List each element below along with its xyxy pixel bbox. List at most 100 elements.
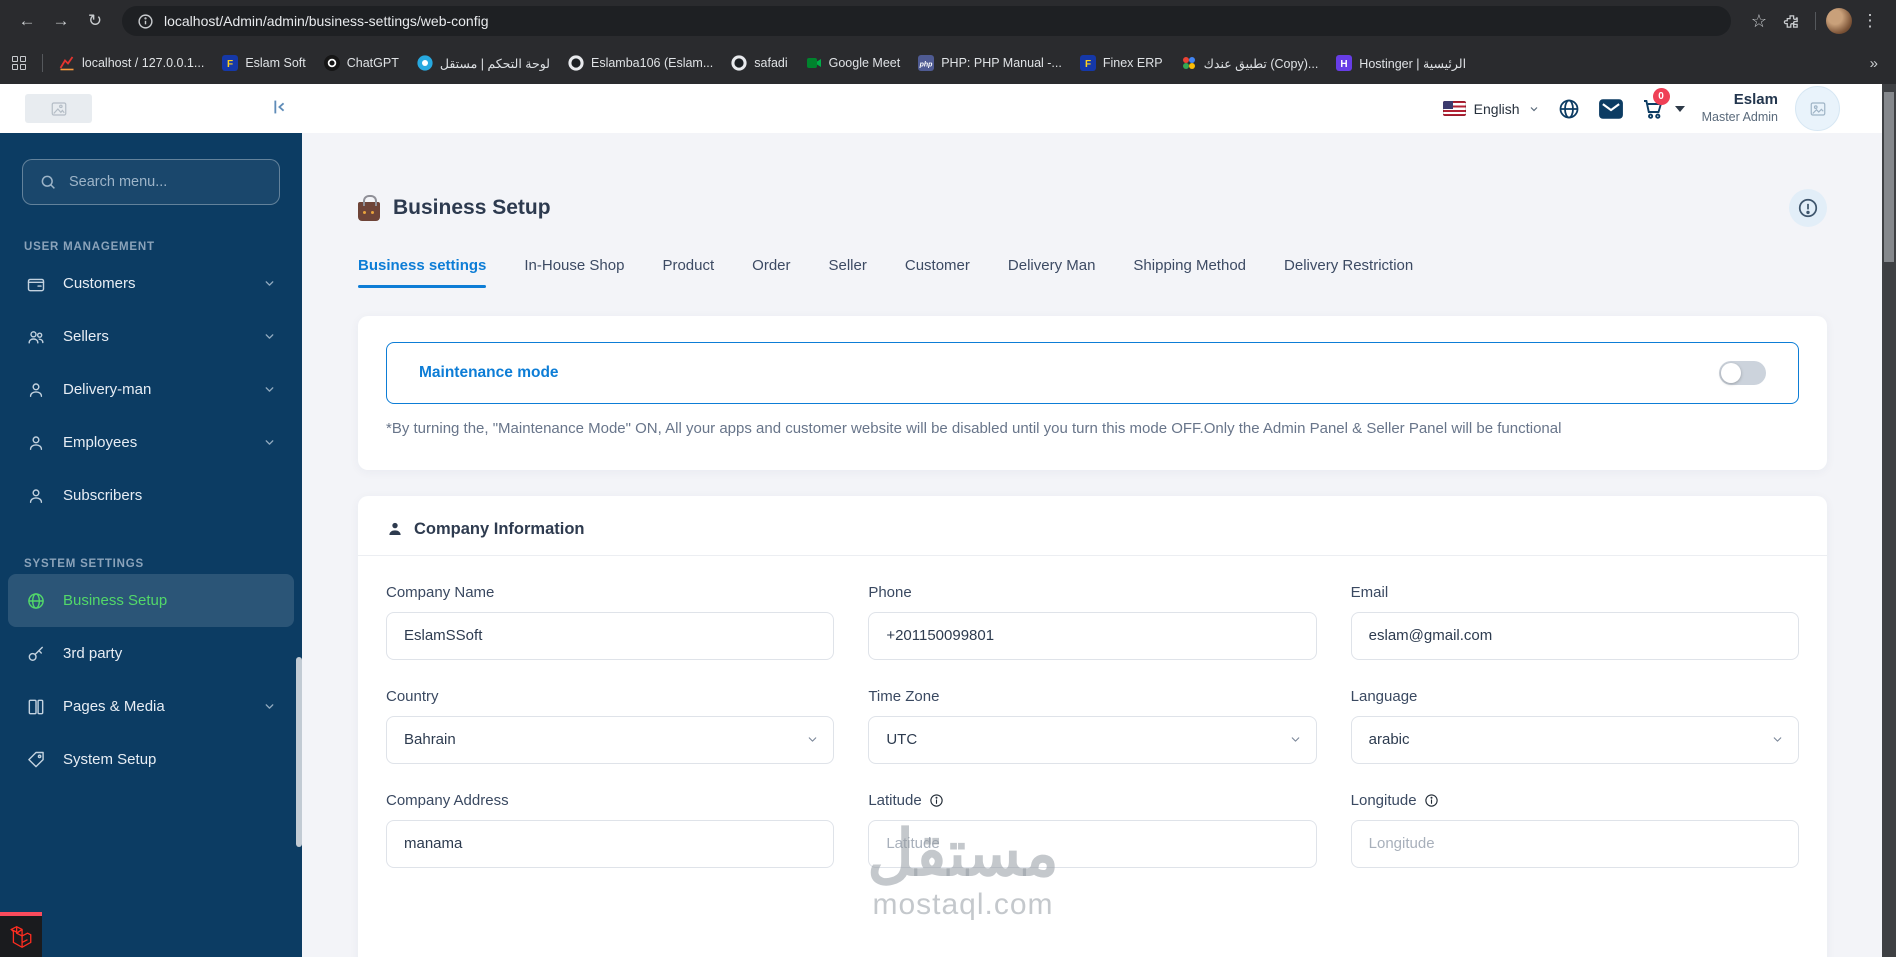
sidebar-collapse-icon[interactable] (268, 96, 290, 123)
bookmark-item[interactable]: safadi (723, 51, 795, 75)
latitude-input[interactable]: Latitude (868, 819, 1317, 868)
browser-menu-icon[interactable]: ⋮ (1856, 7, 1884, 35)
sidebar-item-business-setup[interactable]: Business Setup (8, 574, 294, 627)
longitude-input[interactable]: Longitude (1350, 819, 1799, 868)
bookmark-item[interactable]: لوحة التحكم | مستقل (409, 51, 558, 75)
site-link-globe-icon[interactable] (1557, 97, 1581, 121)
field-latitude: Latitude Latitude (868, 792, 1317, 868)
sidebar-item-label: Pages & Media (63, 698, 165, 715)
maintenance-title: Maintenance mode (419, 364, 559, 381)
sidebar-scrollbar[interactable] (296, 657, 302, 847)
country-select[interactable]: Bahrain (386, 715, 835, 764)
language-select[interactable]: arabic (1350, 715, 1799, 764)
sidebar-item-label: System Setup (63, 751, 157, 768)
tab-order[interactable]: Order (752, 257, 790, 280)
latitude-placeholder: Latitude (886, 835, 940, 853)
company-name-label: Company Name (386, 583, 495, 601)
phone-input[interactable]: +201150099801 (868, 611, 1317, 660)
chevron-down-icon (1530, 106, 1538, 111)
cart-caret-icon[interactable] (1674, 105, 1685, 112)
sidebar-item-employees[interactable]: Employees (8, 416, 294, 469)
apps-grid-icon[interactable] (12, 56, 26, 70)
sidebar-item-label: Employees (63, 434, 138, 451)
scrollbar-thumb[interactable] (1884, 92, 1894, 262)
sidebar-item-customers[interactable]: Customers (8, 257, 294, 310)
browser-toolbar: ← → ↻ localhost/Admin/admin/business-set… (0, 0, 1896, 42)
bookmark-item[interactable]: F Eslam Soft (214, 51, 313, 75)
company-address-value: manama (404, 835, 463, 853)
pos-cart-button[interactable]: 0 (1641, 87, 1685, 121)
bookmark-item[interactable]: F Finex ERP (1072, 51, 1171, 75)
bookmarks-divider (42, 54, 43, 72)
bookmark-item[interactable]: Eslamba106 (Eslam... (560, 51, 721, 75)
address-bar[interactable]: localhost/Admin/admin/business-settings/… (122, 6, 1731, 36)
tab-in-house-shop[interactable]: In-House Shop (524, 257, 624, 280)
alert-info-button[interactable] (1789, 189, 1827, 227)
bookmark-item[interactable]: تطبيق عندك (Copy)... (1173, 51, 1327, 75)
chevron-down-icon (1771, 733, 1784, 746)
extensions-icon[interactable] (1777, 7, 1805, 35)
tab-product[interactable]: Product (662, 257, 714, 280)
language-selector[interactable]: English (1442, 101, 1540, 117)
tab-seller[interactable]: Seller (829, 257, 867, 280)
bookmark-item[interactable]: ChatGPT (316, 51, 407, 75)
sidebar-item-3rd-party[interactable]: 3rd party (8, 627, 294, 680)
chevron-down-icon (806, 733, 819, 746)
bookmark-item[interactable]: Google Meet (798, 51, 909, 75)
bookmark-label: safadi (754, 56, 788, 70)
page-title: Business Setup (393, 196, 551, 219)
field-time-zone: Time Zone UTC (868, 688, 1317, 764)
browser-reload-button[interactable]: ↻ (80, 6, 110, 36)
globe-icon (26, 591, 46, 611)
bookmark-label: تطبيق عندك (Copy)... (1203, 56, 1319, 71)
bookmark-item[interactable]: H Hostinger | الرئيسية (1328, 51, 1474, 75)
site-info-icon[interactable] (136, 7, 154, 35)
sidebar-search-placeholder: Search menu... (69, 174, 168, 190)
maintenance-toggle[interactable] (1719, 361, 1766, 385)
finex-favicon: F (222, 55, 239, 71)
sidebar-item-subscribers[interactable]: Subscribers (8, 469, 294, 522)
chart-favicon (59, 55, 75, 71)
email-input[interactable]: eslam@gmail.com (1350, 611, 1799, 660)
page-scrollbar[interactable] (1882, 84, 1896, 957)
time-zone-value: UTC (886, 731, 918, 749)
info-icon[interactable] (1424, 793, 1439, 808)
time-zone-select[interactable]: UTC (868, 715, 1317, 764)
user-avatar[interactable] (1795, 86, 1840, 131)
messages-icon[interactable] (1598, 98, 1624, 120)
language-label: Language (1350, 687, 1418, 705)
sidebar-item-pages-media[interactable]: Pages & Media (8, 680, 294, 733)
sidebar-section-label: USER MANAGEMENT (24, 241, 155, 253)
bookmark-label: ChatGPT (346, 56, 399, 70)
bookmark-star-icon[interactable]: ☆ (1745, 7, 1773, 35)
sidebar-item-delivery-man[interactable]: Delivery-man (8, 363, 294, 416)
sidebar-item-system-setup[interactable]: System Setup (8, 733, 294, 786)
info-icon[interactable] (929, 793, 944, 808)
browser-profile-avatar[interactable] (1826, 8, 1852, 34)
tab-shipping-method[interactable]: Shipping Method (1133, 257, 1246, 280)
country-value: Bahrain (404, 731, 456, 749)
email-value: eslam@gmail.com (1368, 627, 1493, 645)
bookmark-label: لوحة التحكم | مستقل (439, 56, 550, 71)
tab-business-settings[interactable]: Business settings (358, 257, 487, 288)
company-address-input[interactable]: manama (386, 819, 835, 868)
company-info-heading: Company Information (414, 519, 585, 538)
browser-back-button[interactable]: ← (12, 6, 42, 36)
sidebar: Search menu... USER MANAGEMENT Customers S… (0, 133, 302, 957)
hostinger-favicon: H (1336, 55, 1353, 71)
sidebar-search-input[interactable]: Search menu... (22, 159, 280, 205)
sidebar-item-sellers[interactable]: Sellers (8, 310, 294, 363)
user-name: Eslam (1733, 91, 1778, 109)
company-name-input[interactable]: EslamSSoft (386, 611, 835, 660)
sidebar-item-label: Sellers (63, 328, 109, 345)
bookmark-item[interactable]: php PHP: PHP Manual -... (910, 51, 1070, 75)
chevron-down-icon (263, 700, 276, 713)
tab-delivery-restriction[interactable]: Delivery Restriction (1284, 257, 1413, 280)
bookmarks-overflow-chevron[interactable]: » (1862, 55, 1886, 72)
bookmark-item[interactable]: localhost / 127.0.0.1... (51, 51, 212, 75)
tab-delivery-man[interactable]: Delivery Man (1008, 257, 1096, 280)
browser-forward-button[interactable]: → (46, 6, 76, 36)
tab-customer[interactable]: Customer (905, 257, 970, 280)
app-logo-placeholder (25, 94, 92, 123)
laravel-debug-badge[interactable] (0, 912, 42, 957)
